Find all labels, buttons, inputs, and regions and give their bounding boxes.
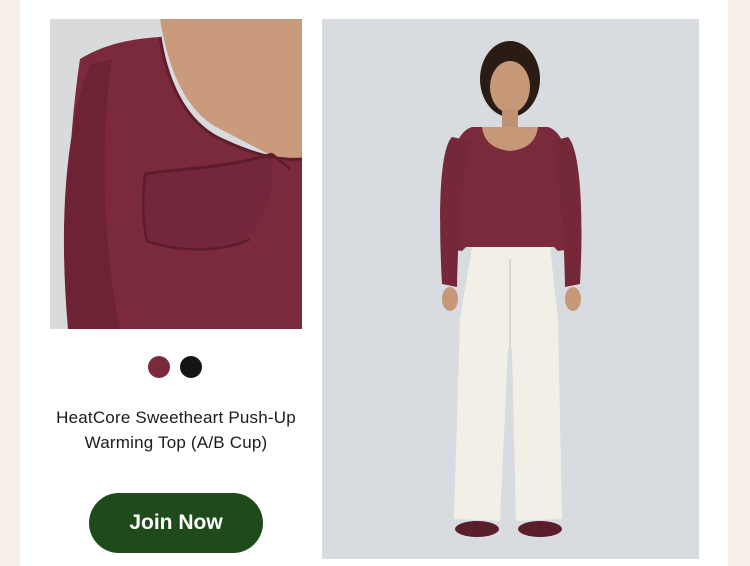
join-now-button[interactable]: Join Now xyxy=(89,493,263,553)
email-product-card: HeatCore Sweetheart Push-Up Warming Top … xyxy=(20,0,728,566)
product-closeup-image[interactable] xyxy=(50,19,302,329)
swatch-black[interactable] xyxy=(180,356,202,378)
product-model-image[interactable] xyxy=(322,19,699,559)
color-swatches xyxy=(148,356,202,378)
product-title[interactable]: HeatCore Sweetheart Push-Up Warming Top … xyxy=(50,405,302,455)
swatch-burgundy[interactable] xyxy=(148,356,170,378)
